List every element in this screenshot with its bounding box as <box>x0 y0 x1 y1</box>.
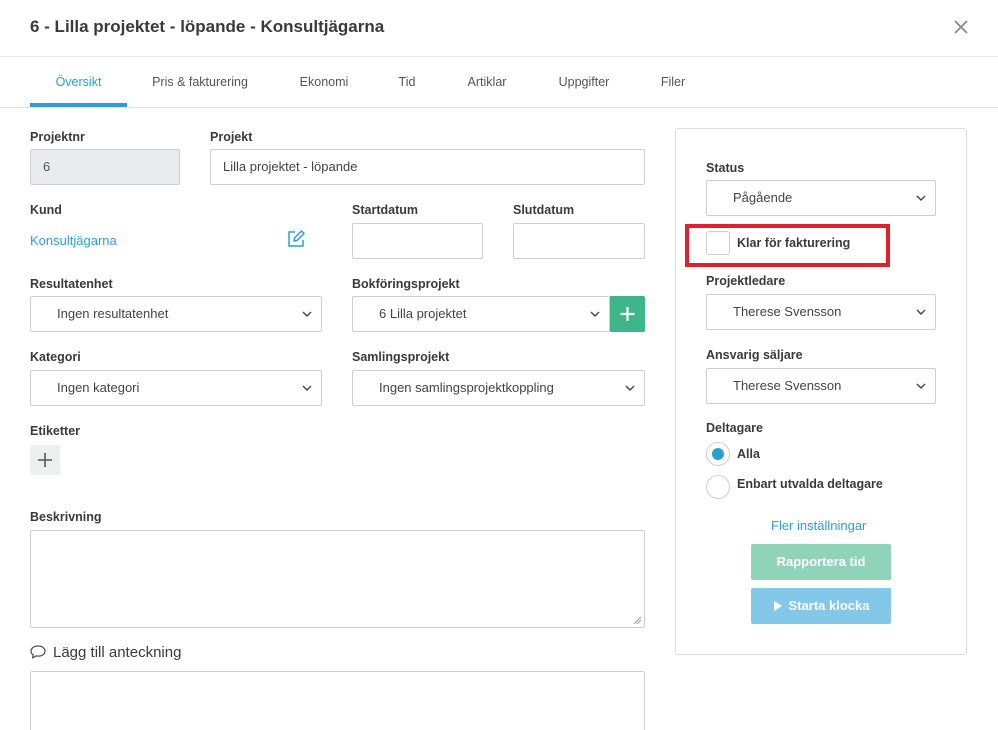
resultatenhet-select[interactable]: Ingen resultatenhet <box>30 296 322 332</box>
modal-header: 6 - Lilla projektet - löpande - Konsultj… <box>0 0 998 57</box>
radio-alla-label: Alla <box>737 447 760 461</box>
radio-enbart-utvalda-label: Enbart utvalda deltagare <box>737 477 883 491</box>
slutdatum-label: Slutdatum <box>513 203 575 217</box>
slutdatum-field[interactable] <box>513 223 645 259</box>
page-title: 6 - Lilla projektet - löpande - Konsultj… <box>30 17 385 36</box>
starta-klocka-button[interactable]: Starta klocka <box>751 588 891 624</box>
status-value: Pågående <box>733 190 793 205</box>
tab-filer[interactable]: Filer <box>652 57 694 107</box>
samlingsprojekt-select[interactable]: Ingen samlingsprojektkoppling <box>352 370 645 406</box>
projektledare-value: Therese Svensson <box>733 304 842 319</box>
projektledare-label: Projektledare <box>706 274 786 288</box>
chevron-down-icon <box>916 309 926 315</box>
etiketter-label: Etiketter <box>30 424 81 438</box>
ansvarig-saljare-label: Ansvarig säljare <box>706 348 803 362</box>
projektnr-label: Projektnr <box>30 130 85 144</box>
beskrivning-textarea[interactable] <box>30 530 645 628</box>
highlight-box <box>685 224 890 267</box>
status-select[interactable]: Pågående <box>706 180 936 216</box>
chevron-down-icon <box>625 385 635 391</box>
plus-icon <box>38 453 52 467</box>
radio-alla[interactable] <box>706 442 730 466</box>
kund-label: Kund <box>30 203 62 217</box>
projekt-field[interactable]: Lilla projektet - löpande <box>210 149 645 185</box>
tab-pris-fakturering[interactable]: Pris & fakturering <box>145 57 255 107</box>
anteckning-label: Lägg till anteckning <box>53 644 182 661</box>
ansvarig-saljare-value: Therese Svensson <box>733 378 842 393</box>
tab-oversikt[interactable]: Översikt <box>30 57 127 107</box>
close-icon[interactable] <box>950 16 972 38</box>
speech-bubble-icon <box>29 643 47 661</box>
chevron-down-icon <box>590 311 600 317</box>
play-icon <box>773 601 782 611</box>
projektledare-select[interactable]: Therese Svensson <box>706 294 936 330</box>
startdatum-label: Startdatum <box>352 203 418 217</box>
rapportera-tid-button[interactable]: Rapportera tid <box>751 544 891 580</box>
tab-uppgifter[interactable]: Uppgifter <box>548 57 620 107</box>
add-etikett-button[interactable] <box>30 445 60 475</box>
edit-icon[interactable] <box>286 229 306 249</box>
chevron-down-icon <box>916 195 926 201</box>
resize-handle-icon[interactable] <box>633 616 642 625</box>
kategori-value: Ingen kategori <box>57 380 140 395</box>
active-tab-indicator <box>30 103 127 107</box>
ansvarig-saljare-select[interactable]: Therese Svensson <box>706 368 936 404</box>
samlingsprojekt-label: Samlingsprojekt <box>352 350 450 364</box>
deltagare-label: Deltagare <box>706 421 763 435</box>
plus-icon <box>620 307 635 321</box>
tab-bar: Översikt Pris & fakturering Ekonomi Tid … <box>0 57 998 108</box>
projekt-label: Projekt <box>210 130 253 144</box>
beskrivning-label: Beskrivning <box>30 510 102 524</box>
bokforingsprojekt-value: 6 Lilla projektet <box>379 306 467 321</box>
kund-link[interactable]: Konsultjägarna <box>30 233 117 248</box>
startdatum-field[interactable] <box>352 223 483 259</box>
starta-klocka-label: Starta klocka <box>788 598 870 613</box>
bokforingsprojekt-label: Bokföringsprojekt <box>352 277 460 291</box>
fler-installningar-link[interactable]: Fler inställningar <box>771 518 866 533</box>
resultatenhet-label: Resultatenhet <box>30 277 113 291</box>
samlingsprojekt-value: Ingen samlingsprojektkoppling <box>379 380 554 395</box>
resultatenhet-value: Ingen resultatenhet <box>57 306 169 321</box>
tab-tid[interactable]: Tid <box>390 57 424 107</box>
status-label: Status <box>706 161 745 175</box>
chevron-down-icon <box>302 385 312 391</box>
radio-enbart-utvalda[interactable] <box>706 475 730 499</box>
anteckning-textarea[interactable] <box>30 671 645 730</box>
kategori-select[interactable]: Ingen kategori <box>30 370 322 406</box>
tab-ekonomi[interactable]: Ekonomi <box>290 57 358 107</box>
tab-artiklar[interactable]: Artiklar <box>458 57 516 107</box>
add-bokforingsprojekt-button[interactable] <box>610 296 645 332</box>
projektnr-field: 6 <box>30 149 180 185</box>
bokforingsprojekt-select[interactable]: 6 Lilla projektet <box>352 296 610 332</box>
radio-selected-dot <box>712 448 724 460</box>
rapportera-tid-label: Rapportera tid <box>776 554 866 569</box>
chevron-down-icon <box>302 311 312 317</box>
chevron-down-icon <box>916 383 926 389</box>
kategori-label: Kategori <box>30 350 81 364</box>
